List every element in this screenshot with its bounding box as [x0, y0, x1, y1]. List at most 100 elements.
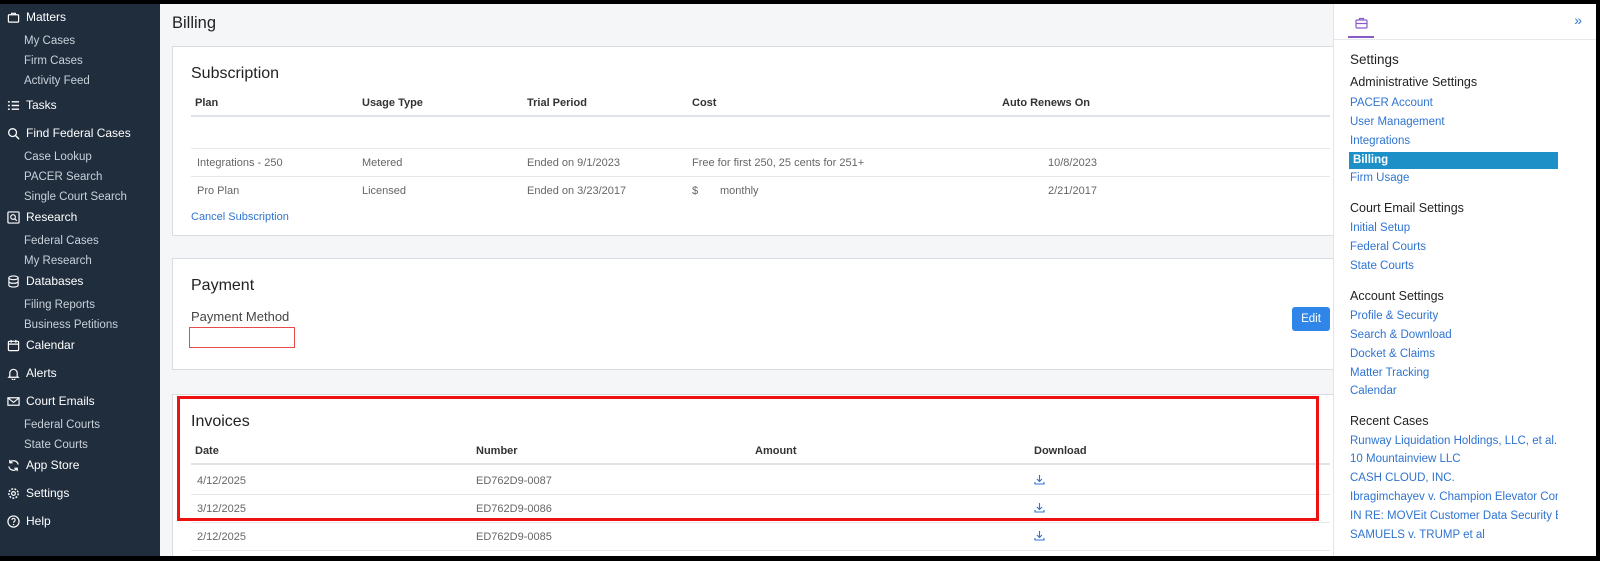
subscription-table-header: Plan Usage Type Trial Period Cost Auto R…: [191, 97, 1330, 117]
recent-case-link[interactable]: SAMUELS v. TRUMP et al: [1350, 529, 1485, 541]
nav-federal-cases[interactable]: Federal Cases: [0, 231, 160, 251]
nav-single-court-search[interactable]: Single Court Search: [0, 187, 160, 207]
link-firm-usage[interactable]: Firm Usage: [1350, 172, 1409, 184]
subscription-heading: Subscription: [191, 65, 280, 82]
page-title: Billing: [172, 14, 217, 32]
col-download: Download: [1034, 445, 1087, 457]
briefcase-icon: [1354, 17, 1368, 32]
table-row: 2/12/2025 ED762D9-0085: [191, 523, 1330, 551]
app-frame: Matters My Cases Firm Cases Activity Fee…: [0, 4, 1596, 556]
panel-header: »: [1334, 4, 1596, 40]
link-state-courts[interactable]: State Courts: [1350, 260, 1414, 272]
cancel-subscription-link[interactable]: Cancel Subscription: [191, 211, 289, 223]
nav-databases[interactable]: Databases: [0, 271, 160, 291]
cell-renews: 2/21/2017: [1048, 185, 1097, 197]
cell-date: 4/12/2025: [197, 475, 246, 487]
nav-calendar[interactable]: Calendar: [0, 335, 160, 355]
panel-tab[interactable]: [1348, 12, 1374, 38]
col-plan: Plan: [195, 97, 219, 109]
nav-business-petitions[interactable]: Business Petitions: [0, 315, 160, 335]
nav-tasks[interactable]: Tasks: [0, 95, 160, 115]
cell-renews: 10/8/2023: [1048, 157, 1097, 169]
col-number: Number: [476, 445, 518, 457]
download-icon[interactable]: [1034, 496, 1045, 524]
nav-activity-feed[interactable]: Activity Feed: [0, 71, 160, 91]
table-row-empty: [191, 120, 1330, 149]
payment-method-field[interactable]: [189, 327, 295, 348]
link-search-download[interactable]: Search & Download: [1350, 329, 1452, 341]
table-row: 3/12/2025 ED762D9-0086: [191, 495, 1330, 523]
settings-panel: » Settings Administrative Settings PACER…: [1333, 4, 1596, 556]
nav-court-emails[interactable]: Court Emails: [0, 391, 160, 411]
nav-alerts[interactable]: Alerts: [0, 363, 160, 383]
payment-method-label: Payment Method: [191, 309, 290, 324]
link-pacer-account[interactable]: PACER Account: [1350, 97, 1433, 109]
link-initial-setup[interactable]: Initial Setup: [1350, 222, 1410, 234]
court-email-heading: Court Email Settings: [1350, 201, 1464, 215]
recent-case-link[interactable]: CASH CLOUD, INC.: [1350, 472, 1455, 484]
nav-pacer-search[interactable]: PACER Search: [0, 167, 160, 187]
invoices-heading: Invoices: [191, 413, 250, 430]
nav-my-research[interactable]: My Research: [0, 251, 160, 271]
table-row: Pro Plan Licensed Ended on 3/23/2017 $ m…: [191, 177, 1330, 205]
cell-plan: Pro Plan: [197, 185, 240, 197]
nav-app-store[interactable]: App Store: [0, 455, 160, 475]
link-federal-courts[interactable]: Federal Courts: [1350, 241, 1426, 253]
cell-trial: Ended on 9/1/2023: [527, 157, 620, 169]
table-row: 4/12/2025 ED762D9-0087: [191, 467, 1330, 495]
download-icon[interactable]: [1034, 524, 1045, 552]
link-docket-claims[interactable]: Docket & Claims: [1350, 348, 1435, 360]
invoices-card: Invoices Date Number Amount Download 4/1…: [172, 394, 1349, 556]
recent-case-link[interactable]: Runway Liquidation Holdings, LLC, et al.: [1350, 435, 1557, 447]
nav-research[interactable]: Research: [0, 207, 160, 227]
nav-find-federal-cases[interactable]: Find Federal Cases: [0, 123, 160, 143]
nav-my-cases[interactable]: My Cases: [0, 31, 160, 51]
nav-filing-reports[interactable]: Filing Reports: [0, 295, 160, 315]
download-icon[interactable]: [1034, 468, 1045, 496]
recent-case-link[interactable]: Ibragimchayev v. Champion Elevator Const…: [1350, 491, 1558, 503]
nav-case-lookup[interactable]: Case Lookup: [0, 147, 160, 167]
col-cost: Cost: [692, 97, 717, 109]
nav-federal-courts[interactable]: Federal Courts: [0, 415, 160, 435]
research-icon: [6, 210, 20, 224]
search-icon: [6, 126, 20, 140]
nav-firm-cases[interactable]: Firm Cases: [0, 51, 160, 71]
cell-date: 3/12/2025: [197, 503, 246, 515]
bell-icon: [6, 366, 20, 380]
nav-state-courts[interactable]: State Courts: [0, 435, 160, 455]
col-auto-renews: Auto Renews On: [1002, 97, 1091, 109]
link-user-management[interactable]: User Management: [1350, 116, 1445, 128]
envelope-icon: [6, 394, 20, 408]
account-settings-heading: Account Settings: [1350, 289, 1444, 303]
nav-help[interactable]: Help: [0, 511, 160, 531]
cell-usage: Metered: [362, 157, 403, 169]
list-icon: [6, 98, 20, 112]
link-billing-active[interactable]: Billing: [1349, 152, 1558, 169]
cell-cost: Free for first 250, 25 cents for 251+: [692, 157, 865, 169]
cell-number: ED762D9-0085: [476, 531, 552, 543]
col-date: Date: [195, 445, 219, 457]
recent-case-link[interactable]: 10 Mountainview LLC: [1350, 453, 1461, 465]
payment-card: Payment Payment Method Edit: [172, 258, 1349, 370]
cell-number: ED762D9-0086: [476, 503, 552, 515]
link-profile-security[interactable]: Profile & Security: [1350, 310, 1438, 322]
sync-icon: [6, 458, 20, 472]
double-chevron-right-icon[interactable]: »: [1574, 12, 1582, 28]
link-matter-tracking[interactable]: Matter Tracking: [1350, 367, 1429, 379]
gear-icon: [6, 486, 20, 500]
cell-number: ED762D9-0087: [476, 475, 552, 487]
col-trial-period: Trial Period: [527, 97, 587, 109]
cell-date: 2/12/2025: [197, 531, 246, 543]
nav-matters[interactable]: Matters: [0, 7, 160, 27]
link-calendar[interactable]: Calendar: [1350, 385, 1397, 397]
invoices-table-header: Date Number Amount Download: [191, 445, 1330, 465]
link-integrations[interactable]: Integrations: [1350, 135, 1410, 147]
table-row: Integrations - 250 Metered Ended on 9/1/…: [191, 149, 1330, 177]
recent-case-link[interactable]: IN RE: MOVEit Customer Data Security Bre…: [1350, 510, 1558, 522]
nav-settings[interactable]: Settings: [0, 483, 160, 503]
payment-heading: Payment: [191, 277, 255, 294]
edit-button[interactable]: Edit: [1292, 307, 1330, 331]
settings-title: Settings: [1350, 52, 1399, 67]
briefcase-icon: [6, 10, 20, 24]
col-usage-type: Usage Type: [362, 97, 423, 109]
